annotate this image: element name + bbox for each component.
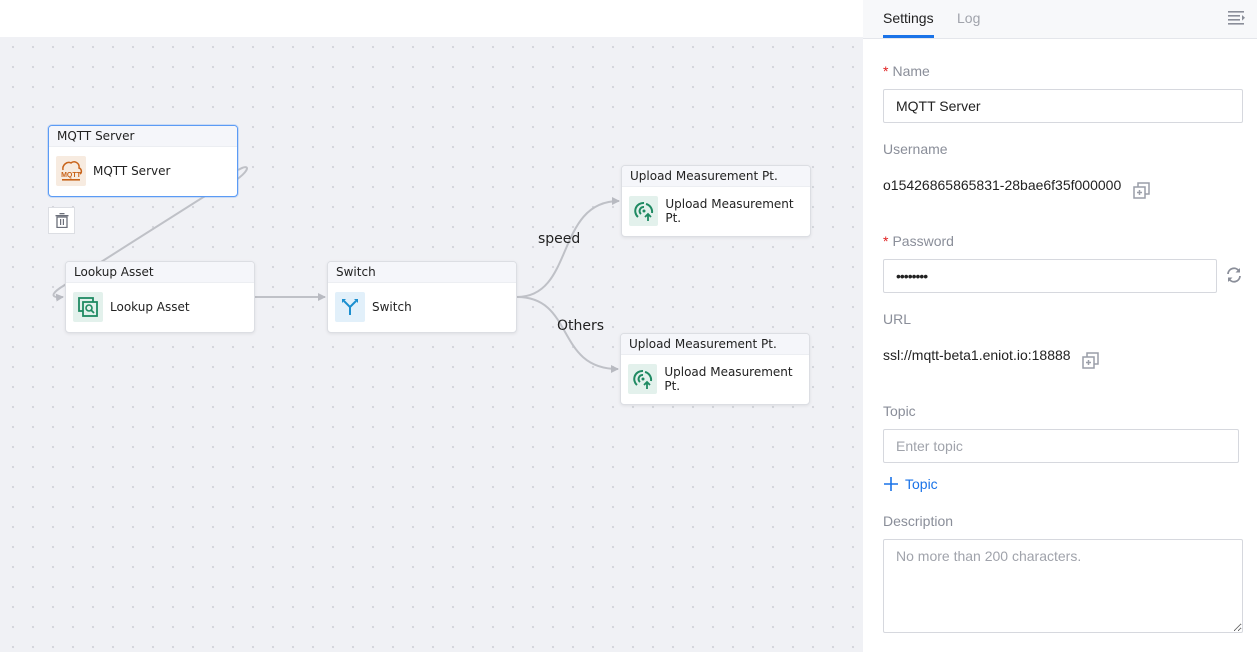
upload-measurement-icon [628, 364, 658, 394]
upload-measurement-icon [629, 196, 659, 226]
edge-label-speed: speed [538, 231, 581, 247]
url-label: URL [883, 311, 912, 327]
node-label: Lookup Asset [110, 300, 190, 314]
node-upload-measurement-2[interactable]: Upload Measurement Pt. Upload Measuremen… [620, 333, 810, 405]
collapse-panel-button[interactable] [1228, 10, 1246, 26]
node-label: Upload Measurement Pt. [665, 197, 794, 225]
plus-icon [884, 477, 898, 491]
add-topic-button[interactable]: Topic [883, 476, 938, 492]
settings-panel: Settings Log *Name Username o15426865865… [863, 0, 1257, 652]
lookup-asset-icon [73, 292, 103, 322]
node-label: Switch [372, 300, 412, 314]
add-topic-label: Topic [905, 476, 938, 492]
name-label: * Name [883, 63, 930, 79]
name-input[interactable] [883, 89, 1243, 123]
copy-url-button[interactable] [1082, 352, 1100, 370]
edge-switch-to-upload1[interactable] [516, 197, 620, 298]
copy-icon [1133, 182, 1150, 199]
tab-log[interactable]: Log [957, 10, 980, 26]
flow-canvas[interactable]: speed Others MQTT Server MQTT MQTT Serve… [0, 37, 863, 652]
switch-branch-icon [335, 292, 365, 322]
password-label: * Password [883, 233, 954, 249]
panel-tabs: Settings Log [863, 0, 1257, 39]
copy-username-button[interactable] [1133, 182, 1151, 200]
node-header: Upload Measurement Pt. [621, 334, 809, 355]
required-mark: * [883, 63, 889, 79]
canvas-toolbar [0, 0, 863, 37]
username-label: Username [883, 141, 948, 157]
description-textarea[interactable] [883, 539, 1243, 633]
svg-text:MQTT: MQTT [61, 172, 82, 179]
node-header: MQTT Server [49, 126, 237, 147]
mqtt-cloud-icon: MQTT [56, 156, 86, 186]
tab-settings[interactable]: Settings [883, 10, 934, 26]
node-header: Lookup Asset [66, 262, 254, 283]
refresh-icon [1227, 267, 1241, 283]
node-label: MQTT Server [93, 164, 171, 178]
description-label: Description [883, 513, 954, 529]
active-tab-indicator [883, 35, 934, 38]
node-header: Switch [328, 262, 516, 283]
node-label: Upload Measurement Pt. [664, 365, 793, 393]
topic-label: Topic [883, 403, 916, 419]
url-value: ssl://mqtt-beta1.eniot.io:18888 [883, 347, 1071, 363]
delete-node-button[interactable] [48, 207, 75, 234]
node-lookup-asset[interactable]: Lookup Asset Lookup Asset [65, 261, 255, 333]
topic-input[interactable] [883, 429, 1239, 463]
node-mqtt-server[interactable]: MQTT Server MQTT MQTT Server [48, 125, 238, 197]
edge-label-others: Others [557, 318, 605, 334]
username-value: o15426865865831-28bae6f35f000000 [883, 177, 1122, 193]
password-input[interactable] [883, 259, 1217, 293]
copy-icon [1082, 352, 1099, 369]
collapse-panel-icon [1228, 11, 1245, 25]
node-upload-measurement-1[interactable]: Upload Measurement Pt. Upload Measuremen… [621, 165, 811, 237]
node-switch[interactable]: Switch Switch [327, 261, 517, 333]
node-header: Upload Measurement Pt. [622, 166, 810, 187]
regenerate-password-button[interactable] [1225, 266, 1243, 284]
required-mark: * [883, 233, 889, 249]
trash-icon [55, 213, 68, 228]
